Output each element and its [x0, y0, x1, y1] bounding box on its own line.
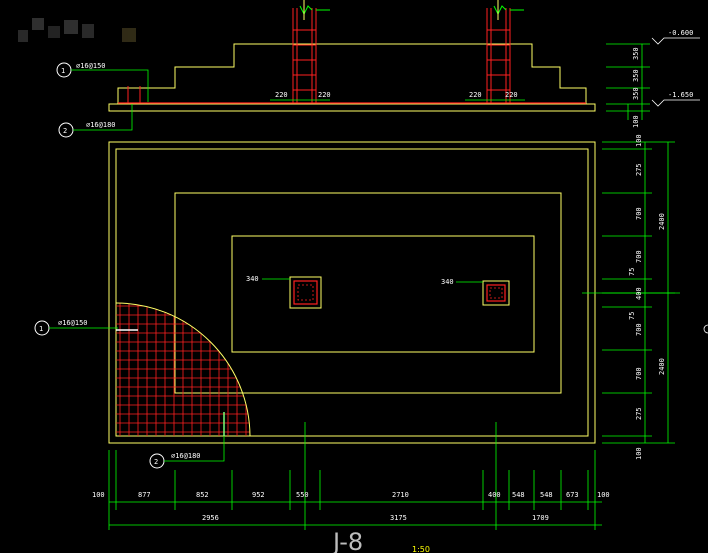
elevation-top: -0.600: [668, 29, 693, 37]
section-callout-1: 1 ⌀16@150: [56, 62, 149, 103]
column-right: [482, 280, 510, 306]
col-dim-3: 220: [469, 91, 482, 99]
right-dim-1: 100: [635, 134, 643, 147]
bottom-dim-7: 400: [488, 491, 501, 499]
section-callout-2: 2 ⌀16@180: [58, 104, 133, 138]
footing-step-3: [231, 235, 535, 353]
elevation-markers: -0.600 -1.650: [651, 29, 700, 107]
bottom-dim-10: 673: [566, 491, 579, 499]
bottom-dim-5: 550: [296, 491, 309, 499]
right-dim-10: 275: [635, 407, 643, 420]
right-total-1: 2400: [658, 213, 666, 230]
col-dim-2: 220: [318, 91, 331, 99]
blinding-layer: [108, 103, 596, 112]
right-dim-3: 700: [635, 207, 643, 220]
bottom-total-2: 3175: [390, 514, 407, 522]
bottom-total-3: 1709: [532, 514, 549, 522]
right-dim-7: 75: [628, 312, 636, 320]
elevation-bottom: -1.650: [668, 91, 693, 99]
svg-text:2: 2: [154, 458, 158, 466]
bottom-dim-2: 877: [138, 491, 151, 499]
sec-dim-2: 350: [632, 69, 640, 82]
drawing-title: J-8: [331, 528, 363, 553]
col-dim-4: 220: [505, 91, 518, 99]
plan-callout-1: 1 ⌀16@150: [34, 319, 118, 336]
svg-text:1: 1: [39, 325, 43, 333]
right-dim-4: 700: [635, 250, 643, 263]
drawing-scale: 1:50: [412, 545, 430, 553]
column-right-label: 340: [441, 278, 454, 286]
column-left: [289, 276, 322, 309]
rebar-spec: ⌀16@180: [86, 121, 116, 129]
bottom-dim-11: 100: [597, 491, 610, 499]
bottom-dim-1: 100: [92, 491, 105, 499]
blinding-outline: [108, 141, 596, 444]
rebar-spec: ⌀16@150: [76, 62, 106, 70]
plan-view: 340 340 1 ⌀16@150 2 ⌀16@180: [34, 141, 680, 469]
bottom-dim-3: 852: [196, 491, 209, 499]
break-line-right: [493, 5, 507, 16]
column-rebar-right: [486, 8, 511, 103]
bottom-dim-8: 548: [512, 491, 525, 499]
drawing-canvas: 220 220 220 220 1 ⌀16@150 2 ⌀16@180 -0.6…: [18, 0, 708, 553]
sec-dim-1: 350: [632, 47, 640, 60]
bottom-dim-4: 952: [252, 491, 265, 499]
section-right-dims: [606, 43, 650, 120]
bottom-dimension-chain: [108, 422, 602, 530]
break-line-left: [299, 5, 313, 16]
rebar-spec: ⌀16@150: [58, 319, 88, 327]
right-total-2: 2400: [658, 358, 666, 375]
svg-text:2: 2: [63, 127, 67, 135]
plan-callout-2: 2 ⌀16@180: [149, 412, 225, 469]
right-dim-6: 400: [635, 287, 643, 300]
right-dim-8: 700: [635, 323, 643, 336]
edge-mark: [703, 324, 708, 334]
right-dim-2: 275: [635, 163, 643, 176]
bottom-dim-6: 2710: [392, 491, 409, 499]
bottom-total-1: 2956: [202, 514, 219, 522]
svg-text:1: 1: [61, 67, 65, 75]
sec-dim-3: 350: [632, 87, 640, 100]
column-rebar-left: [292, 8, 317, 103]
right-dim-5: 75: [628, 268, 636, 276]
right-dim-9: 700: [635, 367, 643, 380]
right-dim-11: 100: [635, 447, 643, 460]
rebar-spec: ⌀16@180: [171, 452, 201, 460]
footing-step-2: [174, 192, 562, 394]
watermark: [18, 18, 136, 42]
sec-dim-4: 100: [632, 115, 640, 128]
section-view: 220 220 220 220 1 ⌀16@150 2 ⌀16@180 -0.6…: [56, 0, 700, 138]
column-left-label: 340: [246, 275, 259, 283]
bottom-dim-9: 548: [540, 491, 553, 499]
col-dim-1: 220: [275, 91, 288, 99]
